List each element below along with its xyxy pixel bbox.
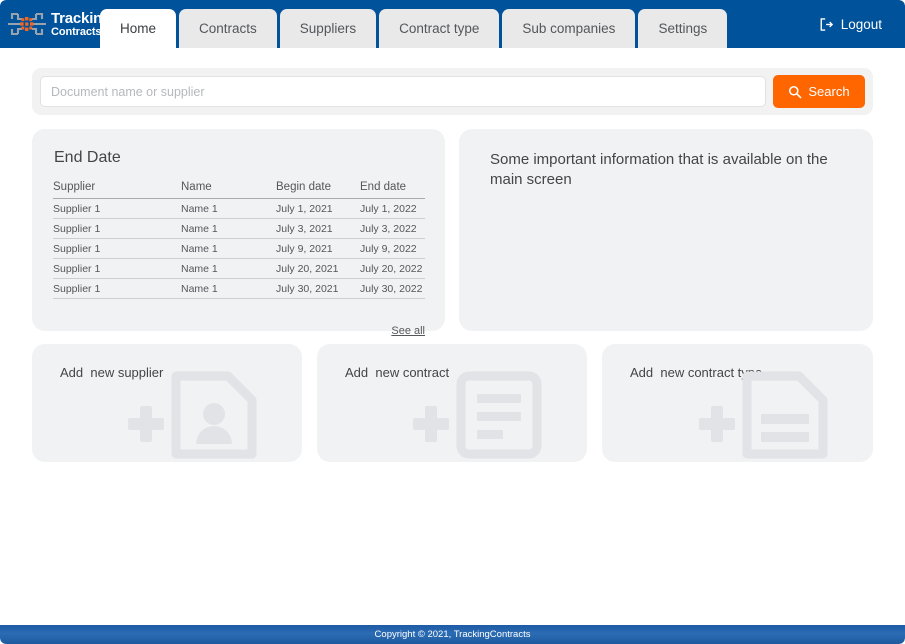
- sign-out-icon: [819, 17, 834, 32]
- search-bar: Search: [32, 68, 873, 115]
- cell-supplier: Supplier 1: [53, 258, 181, 279]
- column-header-name: Name: [181, 181, 276, 199]
- column-header-begin-date: Begin date: [276, 181, 360, 199]
- cell-supplier: Supplier 1: [53, 238, 181, 259]
- column-header-end-date: End date: [360, 181, 425, 199]
- brand-logo: Tracking Contracts: [8, 9, 111, 39]
- app-window: Tracking Contracts Home Contracts Suppli…: [0, 0, 905, 644]
- cell-name: Name 1: [181, 278, 276, 299]
- add-new-supplier-card[interactable]: Add new supplier: [32, 344, 302, 462]
- clipboard-lines-plus-icon: [413, 366, 573, 462]
- tab-settings[interactable]: Settings: [638, 9, 728, 48]
- cell-end-date: July 30, 2022: [360, 278, 425, 299]
- cell-begin-date: July 3, 2021: [276, 218, 360, 239]
- add-new-contract-card[interactable]: Add new contract: [317, 344, 587, 462]
- cell-supplier: Supplier 1: [53, 218, 181, 239]
- logout-button[interactable]: Logout: [819, 0, 882, 48]
- end-date-table: Supplier Name Begin date End date Suppli…: [53, 181, 425, 299]
- table-row[interactable]: Supplier 1 Name 1 July 9, 2021 July 9, 2…: [53, 238, 425, 259]
- app-header: Tracking Contracts Home Contracts Suppli…: [0, 0, 905, 48]
- tab-home[interactable]: Home: [100, 9, 177, 48]
- copyright-text: Copyright © 2021, TrackingContracts: [374, 629, 531, 640]
- tab-contract-type[interactable]: Contract type: [379, 9, 500, 48]
- cell-begin-date: July 20, 2021: [276, 258, 360, 279]
- search-button-label: Search: [808, 84, 850, 99]
- cell-begin-date: July 9, 2021: [276, 238, 360, 259]
- cell-begin-date: July 30, 2021: [276, 278, 360, 299]
- tab-suppliers[interactable]: Suppliers: [279, 9, 377, 48]
- add-new-contract-type-card[interactable]: Add new contract type: [602, 344, 873, 462]
- table-header-row: Supplier Name Begin date End date: [53, 181, 425, 199]
- column-header-supplier: Supplier: [53, 181, 181, 199]
- info-panel: Some important information that is avail…: [459, 129, 873, 331]
- table-row[interactable]: Supplier 1 Name 1 July 30, 2021 July 30,…: [53, 278, 425, 299]
- search-icon: [788, 85, 802, 99]
- cell-end-date: July 1, 2022: [360, 198, 425, 219]
- main-nav-tabs: Home Contracts Suppliers Contract type S…: [100, 9, 730, 48]
- cell-supplier: Supplier 1: [53, 278, 181, 299]
- search-button[interactable]: Search: [773, 75, 865, 108]
- info-panel-text: Some important information that is avail…: [490, 151, 828, 188]
- cell-name: Name 1: [181, 238, 276, 259]
- cell-name: Name 1: [181, 218, 276, 239]
- cell-end-date: July 9, 2022: [360, 238, 425, 259]
- end-date-panel: End Date Supplier Name Begin date End da…: [32, 129, 445, 337]
- search-input[interactable]: [40, 76, 766, 107]
- app-footer: Copyright © 2021, TrackingContracts: [0, 625, 905, 644]
- table-row[interactable]: Supplier 1 Name 1 July 20, 2021 July 20,…: [53, 258, 425, 279]
- logout-label: Logout: [840, 16, 882, 32]
- tab-contracts[interactable]: Contracts: [179, 9, 277, 48]
- cell-begin-date: July 1, 2021: [276, 198, 360, 219]
- cell-end-date: July 20, 2022: [360, 258, 425, 279]
- cell-end-date: July 3, 2022: [360, 218, 425, 239]
- tab-sub-companies[interactable]: Sub companies: [502, 9, 636, 48]
- circuit-asterisk-logo-icon: [8, 10, 46, 38]
- end-date-panel-title: End Date: [54, 149, 121, 166]
- cell-name: Name 1: [181, 258, 276, 279]
- see-all-link[interactable]: See all: [391, 325, 425, 337]
- table-row[interactable]: Supplier 1 Name 1 July 1, 2021 July 1, 2…: [53, 198, 425, 219]
- document-lines-plus-icon: [699, 366, 859, 462]
- document-person-plus-icon: [128, 366, 288, 462]
- cell-supplier: Supplier 1: [53, 198, 181, 219]
- cell-name: Name 1: [181, 198, 276, 219]
- table-row[interactable]: Supplier 1 Name 1 July 3, 2021 July 3, 2…: [53, 218, 425, 239]
